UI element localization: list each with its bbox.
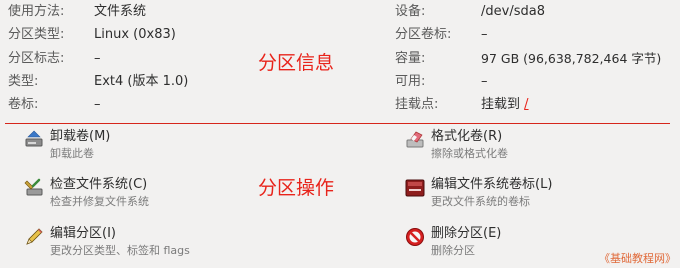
available-value: – [481,74,488,89]
partition-label-value: – [481,27,488,42]
edit-fs-label-desc: 更改文件系统的卷标 [431,195,530,208]
wrench-check-icon [24,178,44,198]
label-edit-icon [405,178,425,198]
format-volume-button[interactable]: 格式化卷(R) 擦除或格式化卷 [405,128,665,168]
edit-partition-desc: 更改分区类型、标签和 flags [50,244,190,257]
info-row-usage: 使用方法: 文件系统 [8,2,328,22]
usage-label: 使用方法: [8,4,65,19]
usage-value: 文件系统 [94,4,147,19]
delete-icon [405,227,425,247]
mount-point-link[interactable]: / [524,97,528,112]
device-value: /dev/sda8 [481,4,545,19]
eraser-icon [405,130,425,150]
partition-panel: 使用方法: 文件系统 分区类型: Linux (0x83) 分区标志: – 类型… [0,0,680,268]
volume-label-value: – [94,97,101,112]
edit-partition-title: 编辑分区(I) [50,226,116,241]
delete-partition-desc: 删除分区 [431,244,475,257]
info-row-volume-label: 卷标: – [8,95,328,115]
info-row-mount-point: 挂载点: 挂载到 / [395,95,675,115]
delete-partition-title: 删除分区(E) [431,226,502,241]
unmount-volume-button[interactable]: 卸载卷(M) 卸载此卷 [24,128,324,168]
info-row-available: 可用: – [395,72,675,92]
format-volume-desc: 擦除或格式化卷 [431,147,508,160]
edit-fs-label-button[interactable]: 编辑文件系统卷标(L) 更改文件系统的卷标 [405,176,665,216]
partition-flags-value: – [94,51,101,66]
unmount-volume-desc: 卸载此卷 [50,147,94,160]
partition-type-value: Linux (0x83) [94,27,176,42]
mount-point-value: 挂载到 / [481,95,529,115]
info-row-partition-type: 分区类型: Linux (0x83) [8,25,328,45]
capacity-label: 容量: [395,51,426,66]
partition-flags-label: 分区标志: [8,51,65,66]
info-row-partition-label: 分区卷标: – [395,25,675,45]
fs-type-value: Ext4 (版本 1.0) [94,74,189,89]
info-row-device: 设备: /dev/sda8 [395,2,675,22]
mount-prefix: 挂载到 [481,97,521,112]
available-label: 可用: [395,74,426,89]
edit-partition-button[interactable]: 编辑分区(I) 更改分区类型、标签和 flags [24,225,324,265]
pencil-icon [24,227,44,247]
info-row-fs-type: 类型: Ext4 (版本 1.0) [8,72,328,92]
unmount-volume-title: 卸载卷(M) [50,129,111,144]
device-label: 设备: [395,4,426,19]
format-volume-title: 格式化卷(R) [431,129,503,144]
fs-type-label: 类型: [8,74,39,89]
capacity-value: 97 GB (96,638,782,464 字节) [481,51,662,66]
check-filesystem-desc: 检查并修复文件系统 [50,195,149,208]
mount-point-label: 挂载点: [395,97,439,112]
section-divider [5,123,670,124]
site-watermark: 《基础教程网》 [599,252,676,265]
partition-label-label: 分区卷标: [395,27,452,42]
check-filesystem-title: 检查文件系统(C) [50,177,148,192]
edit-fs-label-title: 编辑文件系统卷标(L) [431,177,553,192]
volume-label-label: 卷标: [8,97,39,112]
check-filesystem-button[interactable]: 检查文件系统(C) 检查并修复文件系统 [24,176,324,216]
partition-type-label: 分区类型: [8,27,65,42]
eject-icon [24,130,44,150]
partition-info-annotation: 分区信息 [258,52,335,74]
info-row-capacity: 容量: 97 GB (96,638,782,464 字节) [395,49,675,69]
